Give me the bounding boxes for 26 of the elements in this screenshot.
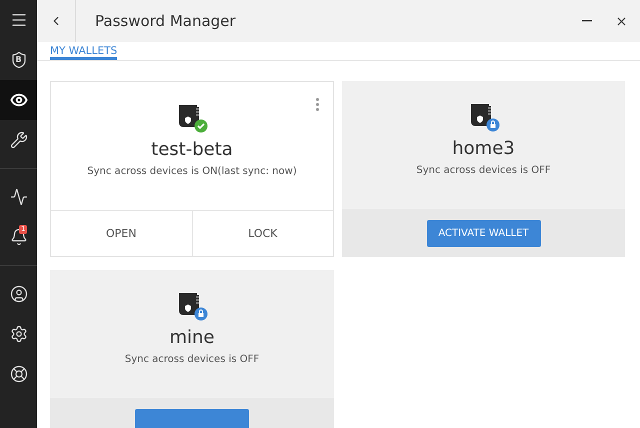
- eye-icon: [10, 91, 28, 109]
- activate-wallet-button[interactable]: ACTIVATE WALLET: [426, 220, 540, 246]
- eye-button[interactable]: [0, 80, 37, 120]
- window-title: Password Manager: [95, 12, 237, 30]
- lifebuoy-icon: [10, 365, 28, 383]
- wallet-name: mine: [169, 327, 215, 348]
- wallet-action-button[interactable]: LOCK: [192, 211, 333, 256]
- sync-status: Sync across devices is OFF: [416, 165, 551, 176]
- logo-letter: B: [15, 55, 22, 64]
- sync-status: Sync across devices is ON(last sync: now): [87, 166, 297, 177]
- wallet-name: test-beta: [151, 139, 233, 160]
- tools-icon: [10, 131, 28, 149]
- wallet-name: home3: [452, 138, 515, 159]
- settings-icon: [10, 325, 28, 343]
- menu-icon: [10, 11, 28, 29]
- wallet-action-button[interactable]: OPEN: [51, 211, 192, 256]
- shield-icon: [10, 51, 28, 69]
- tab[interactable]: MY WALLETS: [50, 42, 118, 60]
- user-icon: [10, 285, 28, 303]
- more-options-icon[interactable]: [316, 98, 319, 111]
- close-icon: [614, 14, 628, 28]
- shield-logo-button[interactable]: B: [0, 40, 37, 80]
- line-chart-icon: [10, 188, 28, 206]
- activate-wallet-button[interactable]: [135, 408, 249, 428]
- minimize-icon: [582, 20, 592, 22]
- sync-status: Sync across devices is OFF: [124, 354, 260, 365]
